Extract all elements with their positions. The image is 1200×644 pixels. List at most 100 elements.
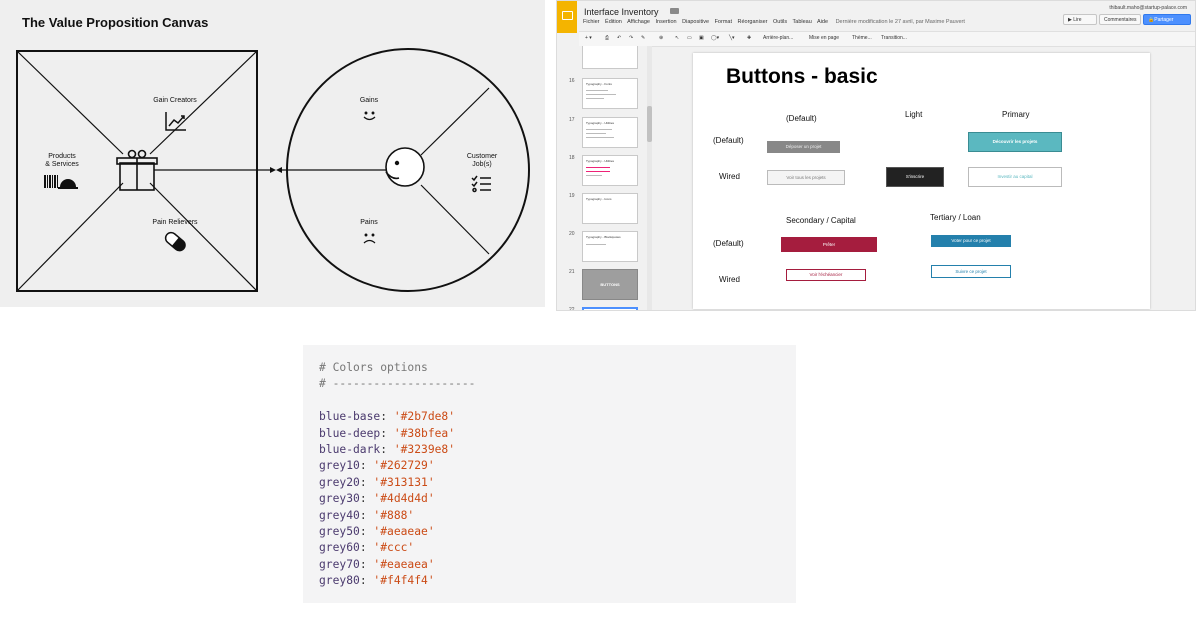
deposer-projet-button[interactable]: Déposer un projet [767,141,840,153]
frowny-icon [363,233,376,244]
checklist-icon [471,175,491,193]
code-line: grey50: '#aeaeae' [319,524,435,538]
menu-item-help[interactable]: Aide [817,19,828,25]
theme-button[interactable]: Thème... [852,35,872,41]
document-title[interactable]: Interface Inventory [584,7,659,17]
slide-thumbnail[interactable] [582,46,638,69]
menu-item-arrange[interactable]: Réorganiser [738,19,768,25]
customer-face-icon [385,147,425,187]
code-line: grey80: '#f4f4f4' [319,574,435,588]
suivre-projet-button[interactable]: Suivre ce projet [931,265,1011,278]
row-default-label[interactable]: (Default) [713,136,744,145]
cloche-icon [58,179,78,189]
menu-item-slide[interactable]: Diapositive [682,19,709,25]
col-light-label[interactable]: Light [905,110,922,119]
slide-thumbnail-selected[interactable] [582,307,638,310]
text-box-icon[interactable]: ▭ [687,35,692,41]
paint-format-icon[interactable]: ✎ [641,35,645,41]
voir-echeancier-button[interactable]: Voir l'échéancier [786,269,866,281]
code-listing: # Colors options # --------------------- b… [319,360,475,589]
sinscrire-button[interactable]: S'inscrire [886,167,944,187]
slide-number: 19 [569,193,575,199]
slide-title[interactable]: Buttons - basic [726,65,878,89]
pill-icon [164,231,186,252]
layout-button[interactable]: Mise en page [809,35,839,41]
code-comment: # Colors options [319,361,428,374]
slide-number: 21 [569,269,575,275]
add-slide-icon[interactable]: + ▾ [585,35,592,41]
slide-number: 17 [569,117,575,123]
menu-item-insert[interactable]: Insertion [655,19,676,25]
circle-divider [420,184,490,255]
diagonal-line [16,50,124,155]
code-line: grey70: '#eaeaea' [319,557,435,571]
preter-button[interactable]: Prêter [781,237,877,252]
last-modified-text[interactable]: Dernière modification le 27 avril, par M… [836,19,965,25]
slide-thumbnail[interactable]: BUTTONS [582,269,638,300]
code-line: grey60: '#ccc' [319,541,415,555]
image-icon[interactable]: ▣ [699,35,704,41]
zoom-icon[interactable]: ⊕ [659,35,663,41]
slide-thumbnail[interactable]: Typography - Blockquotes [582,231,638,262]
barcode-icon [44,175,58,188]
scrollbar-thumb[interactable] [647,106,652,142]
line-icon[interactable]: ╲▾ [729,35,735,41]
col-primary-label[interactable]: Primary [1002,110,1030,119]
pain-relievers-label: Pain Relievers [152,219,198,226]
slide-thumbnail[interactable]: Typography - Fonts [582,78,638,109]
row-wired-label[interactable]: Wired [719,172,740,181]
row-default-label-2[interactable]: (Default) [713,239,744,248]
gain-creators-label: Gain Creators [153,97,197,104]
shape-icon[interactable]: ◯▾ [711,35,719,41]
thumbnail-scrollbar[interactable] [647,46,652,310]
background-button[interactable]: Arrière-plan... [763,35,793,41]
voir-tous-projets-button[interactable]: Voir tous les projets [767,170,845,185]
menu-item-table[interactable]: Tableau [793,19,812,25]
customer-jobs-label: Customer Job(s) [466,153,498,168]
menu-item-view[interactable]: Affichage [627,19,650,25]
code-line: blue-dark: '#3239e8' [319,442,456,456]
account-email[interactable]: thibault.maho@startup-palace.com [1109,5,1187,11]
col-default-label[interactable]: (Default) [786,114,817,123]
slide-thumbnail[interactable]: Typography - Icons [582,193,638,224]
code-line: grey40: '#888' [319,508,415,522]
decouvrir-projets-button[interactable]: Découvrir les projets [968,132,1062,152]
undo-icon[interactable]: ↶ [617,35,621,41]
voter-projet-button[interactable]: Voter pour ce projet [931,235,1011,247]
code-comment-rule: # --------------------- [319,377,476,391]
slide-thumbnail[interactable]: Typography - Utilities [582,155,638,186]
toolbar: + ▾ ⎙ ↶ ↷ ✎ ⊕ ↖ ▭ ▣ ◯▾ ╲▾ ✚ Arrière-plan… [579,31,1195,47]
slide-number: 16 [569,78,575,84]
chart-up-icon [165,112,186,131]
comment-add-icon[interactable]: ✚ [747,35,751,41]
code-line: blue-base: '#2b7de8' [319,410,456,424]
slides-editor-window: Interface Inventory Fichier Édition Affi… [556,0,1196,311]
menu-item-format[interactable]: Format [715,19,732,25]
select-cursor-icon[interactable]: ↖ [675,35,679,41]
pains-label: Pains [360,219,378,226]
gains-label: Gains [359,97,379,104]
slide-canvas[interactable]: Buttons - basic (Default) Light Primary … [693,53,1150,309]
col-secondary-label[interactable]: Secondary / Capital [786,216,856,225]
products-services-label: Products & Services [45,153,79,168]
col-tertiary-label[interactable]: Tertiary / Loan [930,213,981,222]
folder-icon[interactable] [670,8,679,14]
slide-thumbnail-panel: 16 Typography - Fonts 17 Typography - Ut… [557,46,649,310]
menu-item-edit[interactable]: Édition [605,19,622,25]
transition-button[interactable]: Transition... [881,35,907,41]
value-proposition-canvas: The Value Proposition Canvas Gain Creato… [0,0,545,307]
slides-logo-icon[interactable] [557,1,577,33]
slide-thumbnail[interactable]: Typography - Utilities [582,117,638,148]
code-line: grey20: '#313131' [319,475,435,489]
present-button[interactable]: ▶ Lire [1063,14,1097,25]
redo-icon[interactable]: ↷ [629,35,633,41]
menu-item-file[interactable]: Fichier [583,19,600,25]
print-icon[interactable]: ⎙ [605,35,609,41]
menu-item-tools[interactable]: Outils [773,19,787,25]
investir-capital-button[interactable]: Investir au capital [968,167,1062,187]
comments-button[interactable]: Commentaires [1099,14,1141,25]
slide-number: 20 [569,231,575,237]
row-wired-label-2[interactable]: Wired [719,275,740,284]
share-button[interactable]: 🔒Partager [1143,14,1191,25]
code-line: grey30: '#4d4d4d' [319,492,435,506]
